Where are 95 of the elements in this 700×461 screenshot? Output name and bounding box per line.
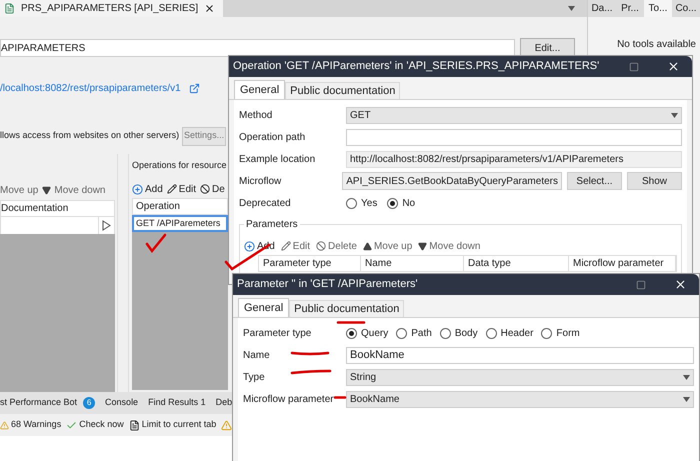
pencil-icon bbox=[280, 241, 291, 251]
method-select[interactable]: GET bbox=[346, 106, 682, 124]
radio-option[interactable]: Path bbox=[396, 326, 432, 340]
caret-icon bbox=[683, 374, 690, 380]
field-label: Type bbox=[243, 372, 265, 382]
caret-icon bbox=[683, 396, 690, 402]
annotation-mark bbox=[290, 350, 330, 356]
toolbar-button[interactable]: Delete bbox=[316, 238, 357, 254]
maximize-icon[interactable] bbox=[629, 62, 639, 72]
cors-label: llows access from websites on other servers) bbox=[0, 129, 180, 142]
toolbar-button[interactable]: Move up bbox=[0, 182, 38, 198]
toolbar-button[interactable]: Move down bbox=[42, 182, 106, 198]
microflow-field: API_SERIES.GetBookDataByQueryParameters bbox=[342, 172, 562, 190]
delete-icon bbox=[200, 184, 210, 194]
maximize-icon[interactable] bbox=[636, 280, 646, 290]
section-title: Operations for resource bbox=[132, 159, 228, 172]
toolbar-button[interactable]: De bbox=[200, 182, 225, 196]
editor-tab[interactable]: PRS_APIPARAMETERS [API_SERIES] bbox=[0, 0, 224, 17]
panel-tab[interactable]: Co... bbox=[672, 0, 700, 17]
document-icon bbox=[4, 3, 15, 14]
annotation-mark bbox=[333, 395, 347, 400]
column-header: Operation bbox=[132, 198, 228, 215]
empty-message: No tools available bbox=[616, 38, 697, 52]
radio-option[interactable]: Yes bbox=[346, 196, 378, 210]
toolbar-button[interactable]: Move up bbox=[362, 238, 412, 254]
limit-tab-toggle[interactable]: Limit to current tab bbox=[128, 418, 216, 432]
field-label: Parameter type bbox=[243, 328, 312, 338]
toolbar-button[interactable]: Edit bbox=[280, 238, 310, 254]
annotation-mark bbox=[290, 369, 332, 375]
input-field[interactable] bbox=[346, 128, 682, 146]
triangle-down-icon bbox=[42, 186, 52, 194]
add-icon bbox=[132, 184, 143, 194]
dialog-tab[interactable]: Public documentation bbox=[289, 300, 404, 317]
dialog-title: Parameter '' in 'GET /APIParemeters' bbox=[237, 277, 419, 292]
add-icon bbox=[244, 240, 255, 252]
panel-tab[interactable]: To... bbox=[644, 0, 672, 17]
warning-icon[interactable] bbox=[221, 420, 232, 430]
field-label: Method bbox=[239, 110, 272, 120]
parameter-select[interactable]: BookName bbox=[346, 390, 694, 408]
radio-option[interactable]: Header bbox=[486, 326, 534, 340]
settings-button[interactable]: Settings... bbox=[182, 126, 226, 146]
dialog-tab[interactable]: General bbox=[234, 80, 286, 99]
check-now-button[interactable]: Check now bbox=[66, 418, 124, 432]
toolbar-button[interactable]: Edit bbox=[166, 182, 196, 196]
close-icon[interactable] bbox=[667, 60, 680, 73]
dialog-title: Operation 'GET /APIParemeters' in 'API_SERIES.PRS_APIPARAMETERS' bbox=[233, 59, 600, 74]
column-header: Name bbox=[361, 256, 464, 271]
warnings-filter[interactable]: 68 Warnings bbox=[0, 418, 62, 432]
panel-tab[interactable]: st Performance Bot 6 bbox=[0, 396, 96, 410]
panel-tab[interactable]: Pr... bbox=[616, 0, 644, 17]
field-label: Microflow bbox=[239, 176, 282, 186]
annotation-mark bbox=[336, 320, 366, 325]
radio-option[interactable]: Form bbox=[541, 326, 580, 340]
toolbar-button[interactable]: Add bbox=[132, 182, 163, 196]
field-label: Example location bbox=[239, 154, 316, 164]
close-icon[interactable] bbox=[674, 278, 687, 291]
read-only-field: http://localhost:8082/rest/prsapiparameters/v1/APIParemeters bbox=[346, 150, 682, 168]
check-icon bbox=[66, 420, 78, 430]
column-header: Documentation bbox=[0, 200, 115, 217]
delete-icon bbox=[316, 241, 326, 251]
warning-icon bbox=[0, 420, 9, 430]
column-header: Microflow parameter bbox=[569, 256, 676, 271]
pencil-icon bbox=[166, 184, 177, 194]
field-label: Deprecated bbox=[239, 198, 291, 208]
close-icon[interactable] bbox=[204, 3, 216, 14]
toolbar-button[interactable]: Move down bbox=[418, 238, 480, 254]
input-field[interactable]: BookName bbox=[346, 346, 694, 364]
type-select[interactable]: String bbox=[346, 368, 694, 386]
count-badge: 6 bbox=[83, 397, 96, 409]
panel-tab[interactable]: Console bbox=[105, 396, 138, 410]
select-button[interactable]: Select... bbox=[567, 172, 622, 190]
table-row[interactable]: GET /APIParemeters bbox=[132, 215, 228, 232]
radio-option[interactable]: No bbox=[387, 196, 416, 210]
dialog-tab[interactable]: Public documentation bbox=[285, 82, 400, 99]
field-label: Operation path bbox=[239, 132, 306, 142]
radio-option[interactable]: Query bbox=[346, 326, 388, 340]
dialog-tab[interactable]: General bbox=[238, 298, 290, 317]
field-label: Name bbox=[243, 350, 270, 360]
column-header: Parameter type bbox=[259, 256, 361, 271]
annotation-mark bbox=[144, 232, 168, 254]
field-label: Microflow parameter bbox=[243, 394, 334, 404]
location-link[interactable]: /localhost:8082/rest/prsapiparameters/v1 bbox=[0, 80, 181, 96]
panel-tab[interactable]: Find Results 1 bbox=[148, 396, 206, 410]
triangle-down-icon bbox=[418, 242, 428, 250]
caret-icon bbox=[568, 6, 575, 11]
triangle-up-icon bbox=[362, 242, 372, 250]
page-icon bbox=[128, 420, 140, 430]
panel-tab[interactable]: Da... bbox=[588, 0, 616, 17]
input-field: APIPARAMETERS bbox=[0, 39, 515, 57]
external-link-icon[interactable] bbox=[188, 82, 200, 94]
show-button[interactable]: Show bbox=[627, 172, 682, 190]
panel-tab[interactable]: Deb bbox=[216, 396, 232, 410]
column-header: Data type bbox=[464, 256, 569, 271]
caret-icon bbox=[671, 112, 678, 118]
radio-option[interactable]: Body bbox=[440, 326, 478, 340]
